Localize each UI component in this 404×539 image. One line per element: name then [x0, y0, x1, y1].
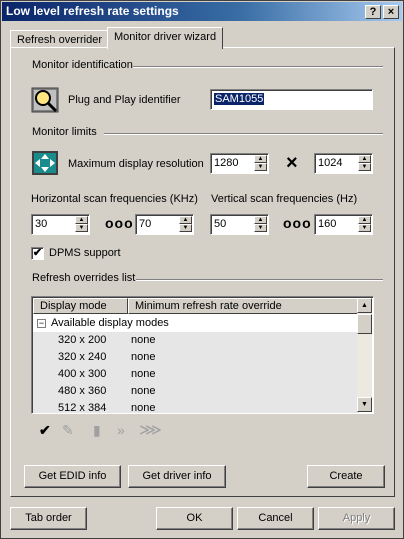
group-divider [136, 279, 383, 281]
group-monitor-limits: Monitor limits [32, 126, 97, 138]
window-title: Low level refresh rate settings [6, 4, 179, 18]
collapse-icon[interactable]: − [37, 319, 46, 328]
mode-cell: 400 x 300 [58, 368, 107, 380]
list-scrollbar[interactable]: ▲ ▼ [357, 298, 372, 412]
resolution-monitor-icon [31, 150, 59, 176]
max-resolution-width-stepper[interactable]: 1280 ▲ ▼ [210, 153, 269, 174]
override-cell: none [131, 351, 156, 363]
apply-check-icon[interactable]: ✔ [39, 422, 51, 439]
column-header-min-refresh[interactable]: Minimum refresh rate override [128, 298, 358, 314]
apply-button[interactable]: Apply [318, 507, 395, 530]
times-icon: × [286, 152, 298, 174]
group-refresh-overrides: Refresh overrides list [32, 272, 136, 284]
vertical-max-stepper[interactable]: 160 ▲ ▼ [314, 214, 373, 235]
group-divider [133, 66, 383, 68]
delete-icon[interactable]: ▮ [93, 422, 101, 439]
magnifier-monitor-icon [31, 87, 59, 113]
override-cell: none [131, 334, 156, 346]
vertical-min-value: 50 [214, 218, 227, 230]
max-res-width-value: 1280 [214, 157, 239, 169]
pnp-identifier-input[interactable]: SAM1055 [210, 89, 373, 110]
tree-root-label: Available display modes [51, 317, 169, 329]
get-edid-button[interactable]: Get EDID info [24, 465, 121, 488]
next-icon[interactable]: » [117, 422, 125, 438]
list-item[interactable]: 320 x 200 none [33, 332, 359, 349]
spin-buttons[interactable]: ▲ ▼ [358, 216, 371, 233]
horizontal-max-stepper[interactable]: 70 ▲ ▼ [135, 214, 194, 235]
scroll-thumb[interactable] [357, 314, 372, 334]
range-dots-icon: ooo [105, 215, 134, 231]
column-header-display-mode[interactable]: Display mode [33, 298, 128, 314]
get-driver-button[interactable]: Get driver info [128, 465, 226, 488]
tab-order-button[interactable]: Tab order [10, 507, 87, 530]
list-item[interactable]: 480 x 360 none [33, 383, 359, 400]
spin-buttons[interactable]: ▲ ▼ [358, 155, 371, 172]
dpms-checkbox[interactable]: ✔ [31, 247, 44, 260]
scroll-down-button[interactable]: ▼ [357, 397, 372, 412]
override-cell: none [131, 368, 156, 380]
horizontal-max-value: 70 [139, 218, 152, 230]
horizontal-min-stepper[interactable]: 30 ▲ ▼ [31, 214, 90, 235]
mode-cell: 320 x 200 [58, 334, 107, 346]
scroll-up-button[interactable]: ▲ [357, 298, 372, 313]
vertical-scan-label: Vertical scan frequencies (Hz) [211, 193, 358, 205]
tab-refresh-overrider[interactable]: Refresh overrider [10, 30, 109, 48]
pnp-label: Plug and Play identifier [68, 94, 181, 106]
max-res-height-value: 1024 [318, 157, 343, 169]
mode-cell: 320 x 240 [58, 351, 107, 363]
pnp-identifier-value: SAM1055 [214, 93, 265, 105]
refresh-overrides-list[interactable]: Display mode Minimum refresh rate overri… [31, 296, 374, 414]
cancel-button[interactable]: Cancel [237, 507, 314, 530]
list-item[interactable]: 512 x 384 none [33, 400, 359, 413]
group-divider [104, 133, 383, 135]
ok-button[interactable]: OK [156, 507, 233, 530]
vertical-min-stepper[interactable]: 50 ▲ ▼ [210, 214, 269, 235]
spin-buttons[interactable]: ▲ ▼ [179, 216, 192, 233]
dialog-window: Low level refresh rate settings ? × Refr… [0, 0, 404, 539]
override-cell: none [131, 385, 156, 397]
spin-buttons[interactable]: ▲ ▼ [75, 216, 88, 233]
horizontal-min-value: 30 [35, 218, 48, 230]
create-button[interactable]: Create [307, 465, 385, 488]
dpms-label: DPMS support [49, 247, 121, 259]
range-dots-icon: ooo [283, 215, 312, 231]
vertical-max-value: 160 [318, 218, 337, 230]
last-icon[interactable]: ⋙ [139, 420, 162, 440]
mode-cell: 512 x 384 [58, 402, 107, 413]
tree-root-row[interactable]: − Available display modes [33, 315, 359, 332]
group-monitor-identification: Monitor identification [32, 59, 133, 71]
override-cell: none [131, 402, 156, 413]
spin-buttons[interactable]: ▲ ▼ [254, 216, 267, 233]
tab-monitor-driver-wizard[interactable]: Monitor driver wizard [107, 27, 224, 49]
list-item[interactable]: 400 x 300 none [33, 366, 359, 383]
mode-cell: 480 x 360 [58, 385, 107, 397]
max-resolution-height-stepper[interactable]: 1024 ▲ ▼ [314, 153, 373, 174]
spin-buttons[interactable]: ▲ ▼ [254, 155, 267, 172]
list-item[interactable]: 320 x 240 none [33, 349, 359, 366]
close-button[interactable]: × [383, 5, 399, 19]
edit-check-icon[interactable]: ✎ [62, 422, 74, 439]
max-resolution-label: Maximum display resolution [68, 158, 204, 170]
help-button[interactable]: ? [365, 5, 381, 19]
title-bar: Low level refresh rate settings ? × [2, 2, 402, 21]
horizontal-scan-label: Horizontal scan frequencies (KHz) [31, 193, 198, 205]
